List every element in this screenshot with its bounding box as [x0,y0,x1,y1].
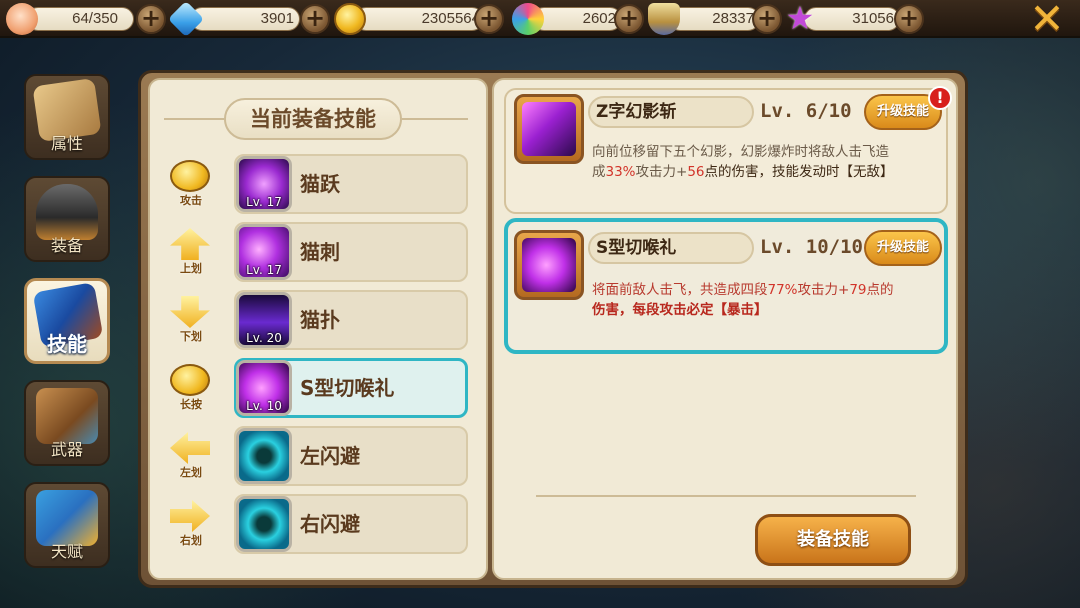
gesture-label: 上划 [180,262,202,275]
skill-card-level: Lv. 6/10 [760,100,852,122]
tab-label: 属性 [50,134,83,153]
upgrade-skill-button[interactable]: 升级技能 [864,230,942,266]
skill-card-level: Lv. 10/10 [760,236,863,258]
resource-bar: 64/350 + 3901 + 2305564 + 2602 + 28337 +… [0,0,1080,40]
diamond-value: 3901 [260,10,294,27]
skill-name: 左闪避 [300,444,360,468]
z-phantom-skill-icon [514,94,584,164]
add-stamina-button[interactable]: + [136,4,166,34]
tab-talent[interactable]: 天赋 [24,482,110,568]
purple-star-icon: ★ [785,0,815,37]
skill-card-description: 将面前敌人击飞，共造成四段77%攻击力+79点的 伤害，每段攻击必定【暴击】 [592,280,938,320]
gesture-label: 左划 [180,466,202,479]
honor-resource: 28337 + [648,3,788,35]
damage-flat: 79 [849,282,867,298]
alert-badge-icon: ! [928,86,952,110]
skill-level: Lv. 20 [246,331,282,345]
equip-skill-button[interactable]: 装备技能 [755,514,911,566]
section-title: 当前装备技能 [224,98,402,140]
star-value: 31056 [852,10,894,27]
skill-level: Lv. 17 [246,195,282,209]
diamond-resource: 3901 + [167,0,330,38]
honor-value: 28337 [712,10,754,27]
damage-flat: 56 [687,164,705,180]
gesture-swipe-down: 下划 [166,294,216,346]
skill-name: 猫刺 [300,240,340,264]
tap-attack-icon [170,160,210,192]
description-text: 将面前敌人击飞，共造成四段 [592,282,768,298]
tab-skills[interactable]: 技能 [24,278,110,364]
honor-badge-icon [648,3,680,35]
description-text: 点的伤害，技能发动时【无敌】 [704,164,894,180]
skill-name: 猫扑 [300,308,340,332]
stamina-value: 64/350 [72,10,118,27]
candy-lollipop-icon [512,3,544,35]
swipe-left-icon [170,432,210,464]
add-honor-button[interactable]: + [752,4,782,34]
title-rule-left [164,118,224,120]
description-text: 攻击力+ [797,282,850,298]
stamina-resource: 64/350 + [6,3,166,35]
gesture-long-press: 长按 [166,362,216,414]
stamina-bun-icon [6,3,38,35]
skill-name: 猫跃 [300,172,340,196]
s-slash-skill-icon [514,230,584,300]
cat-leap-skill-icon: Lv. 17 [236,156,292,212]
skill-name: 右闪避 [300,512,360,536]
star-resource: ★ 31056 + [784,0,934,37]
tab-label: 天赋 [50,542,83,561]
skill-level: Lv. 17 [246,263,282,277]
description-line: 向前位移留下五个幻影，幻影爆炸时将敌人击飞造 [592,144,889,160]
dodge-right-skill-icon [236,496,292,552]
description-line: 成33%攻击力+56点的伤害，技能发动时【无敌】 [592,162,938,182]
dodge-left-skill-icon [236,428,292,484]
add-candy-button[interactable]: + [614,4,644,34]
gesture-label: 右划 [180,534,202,547]
skill-level: Lv. 10 [246,399,282,413]
description-line: 将面前敌人击飞，共造成四段77%攻击力+79点的 [592,280,938,300]
description-line: 伤害，每段攻击必定【暴击】 [592,302,768,318]
gesture-label: 攻击 [180,194,202,207]
candy-resource: 2602 + [512,3,652,35]
tab-attributes[interactable]: 属性 [24,74,110,160]
tab-equipment[interactable]: 装备 [24,176,110,262]
skill-card-name: S型切喉礼 [588,232,754,264]
cat-thrust-skill-icon: Lv. 17 [236,224,292,280]
tab-label: 装备 [50,236,83,255]
skill-card-description: 向前位移留下五个幻影，幻影爆炸时将敌人击飞造 成33%攻击力+56点的伤害，技能… [592,142,938,182]
gold-resource: 2305564 + [334,3,514,35]
gesture-swipe-right: 右划 [166,498,216,550]
description-text: 点的 [866,282,894,298]
gesture-swipe-up: 上划 [166,226,216,278]
tab-label: 技能 [47,332,87,356]
skill-card-name: Z字幻影斩 [588,96,754,128]
swipe-down-icon [170,296,210,328]
close-icon[interactable]: ✕ [1028,0,1066,40]
gesture-label: 下划 [180,330,202,343]
tab-label: 武器 [50,440,83,459]
damage-percent: 33% [605,164,636,180]
gesture-label: 长按 [180,398,202,411]
swipe-right-icon [170,500,210,532]
add-gold-button[interactable]: + [474,4,504,34]
candy-value: 2602 [582,10,616,27]
gold-coin-icon [334,3,366,35]
cat-pounce-skill-icon: Lv. 20 [236,292,292,348]
tab-weapons[interactable]: 武器 [24,380,110,466]
title-rule-right [402,118,468,120]
gold-value: 2305564 [421,10,480,27]
add-diamond-button[interactable]: + [300,4,330,34]
gesture-swipe-left: 左划 [166,430,216,482]
bottom-divider [536,495,916,497]
skill-name: S型切喉礼 [300,376,395,400]
long-press-icon [170,364,210,396]
description-text: 成 [592,164,606,180]
add-star-button[interactable]: + [894,4,924,34]
swipe-up-icon [170,228,210,260]
s-slash-skill-icon: Lv. 10 [236,360,292,416]
damage-percent: 77% [767,282,798,298]
description-text: 攻击力+ [635,164,688,180]
gesture-tap-attack: 攻击 [166,158,216,210]
